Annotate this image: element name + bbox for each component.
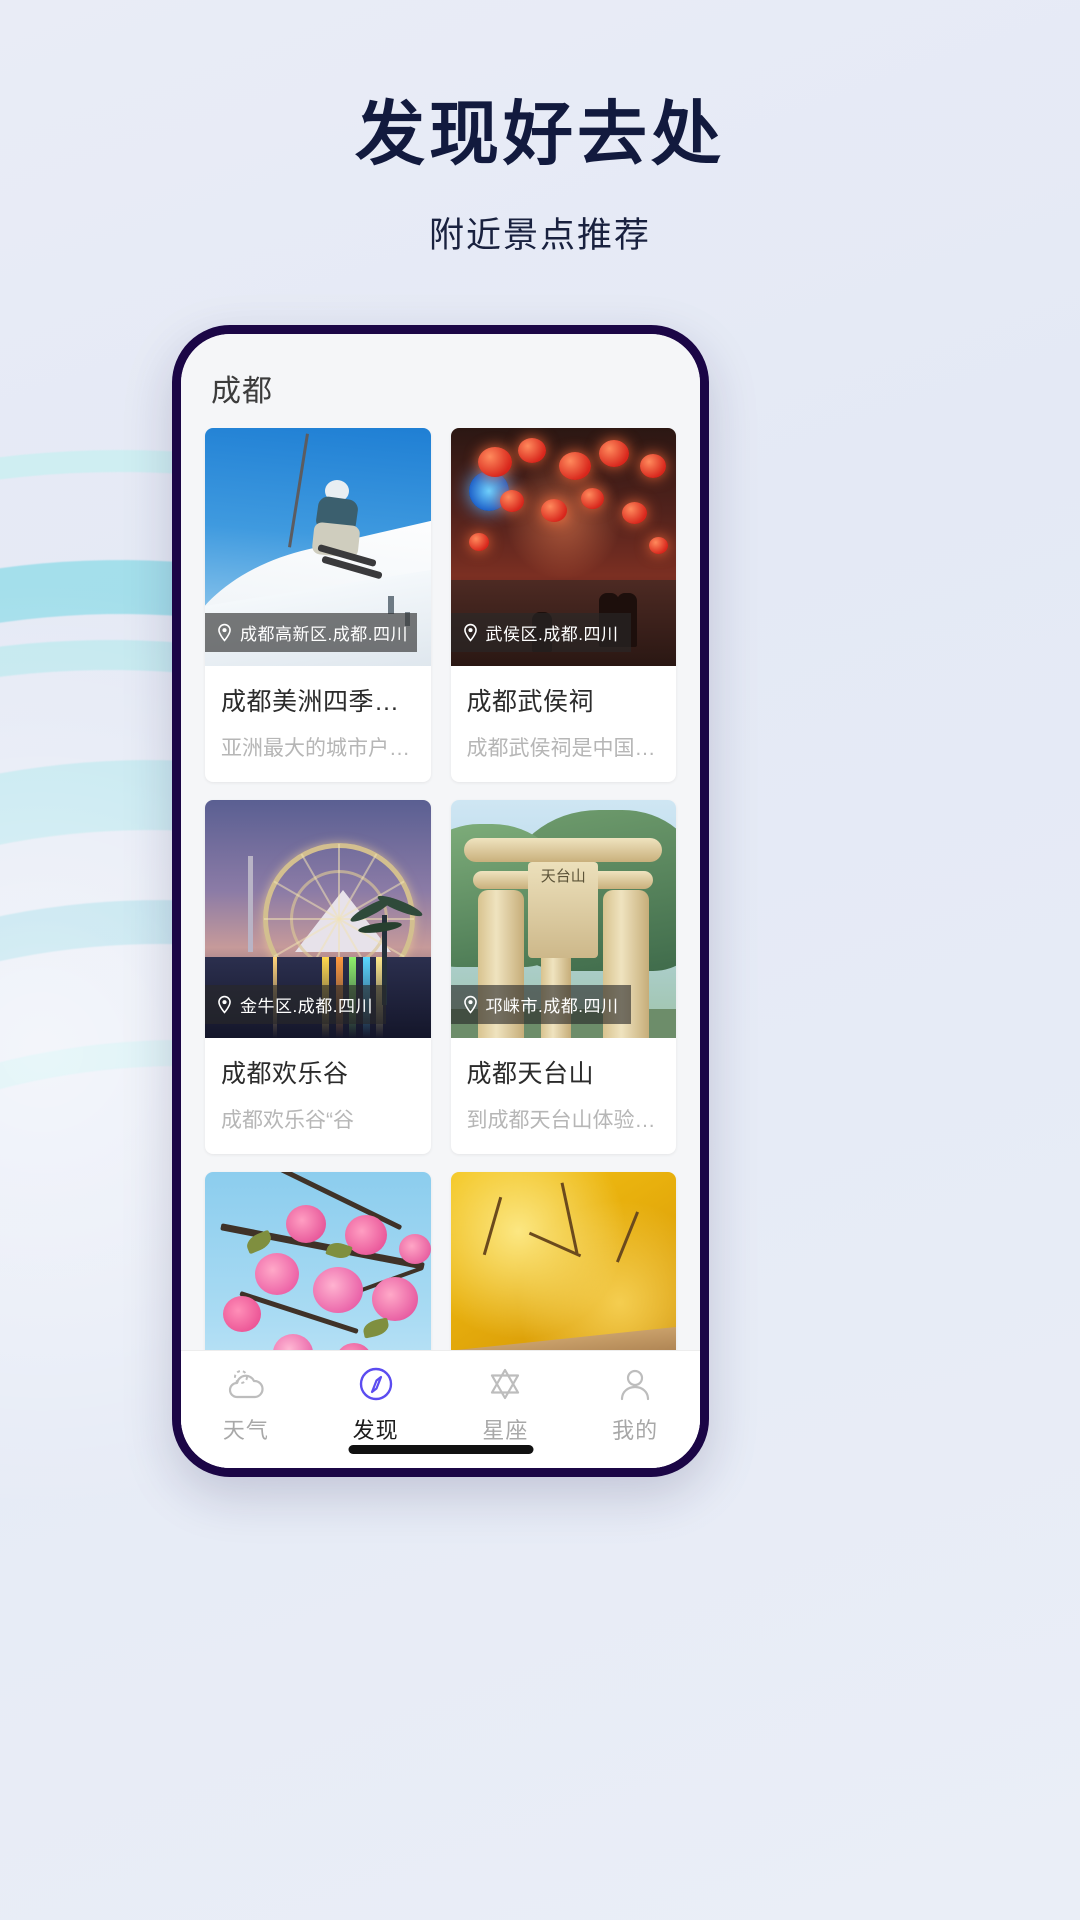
gate-tablet: 天台山 xyxy=(528,861,599,958)
tab-label: 发现 xyxy=(352,1418,399,1443)
attraction-thumbnail xyxy=(205,1172,431,1350)
location-pin-icon xyxy=(218,995,231,1014)
attraction-card[interactable]: 金牛区.成都.四川 成都欢乐谷 成都欢乐谷“谷 xyxy=(205,800,431,1154)
attraction-card-body: 成都武侯祠 成都武侯祠是中国影响... xyxy=(451,666,677,782)
cloud-sun-icon xyxy=(228,1370,264,1399)
tab-discover[interactable]: 发现 xyxy=(311,1365,441,1445)
phone-mockup: 成都 成都高新区.成都.四川 成都美洲四季滑 亚洲最大的城市户外 武侯区.成都.… xyxy=(172,325,709,1477)
attraction-title: 成都美洲四季滑雪场 xyxy=(221,688,415,716)
page-subtitle: 附近景点推荐 xyxy=(428,216,651,255)
attraction-card[interactable]: 天台山 邛崃市.成都.四川 成都天台山 到成都天台山体验山奇... xyxy=(450,800,677,1154)
attraction-description: 亚洲最大的城市户外旱... xyxy=(221,737,415,760)
attraction-card-body: 成都天台山 到成都天台山体验山奇... xyxy=(451,1038,677,1154)
attraction-card[interactable]: 成都高新区.成都.四川 成都美洲四季滑雪场 亚洲最大的城市户外旱... xyxy=(205,428,431,782)
attraction-grid: 成都高新区.成都.四川 成都美洲四季滑雪场 亚洲最大的城市户外旱... xyxy=(205,428,676,1350)
app-screen: 成都 成都高新区.成都.四川 成都美洲四季滑 亚洲最大的城市户外 武侯区.成都.… xyxy=(181,334,700,1468)
attraction-title: 成都武侯祠 xyxy=(466,688,595,716)
attraction-list-scroll[interactable]: 成都高新区.成都.四川 成都美洲四季滑雪场 亚洲最大的城市户外旱... xyxy=(181,428,700,1350)
tab-profile[interactable]: 我的 xyxy=(570,1365,700,1445)
location-text: 武侯区.成都.四川 xyxy=(485,625,619,644)
location-text: 邛崃市.成都.四川 xyxy=(485,997,619,1016)
attraction-description: 成都武侯祠是中国影响... xyxy=(466,737,661,760)
attraction-thumbnail: 成都高新区.成都.四川 xyxy=(205,428,431,666)
compass-icon xyxy=(359,1367,392,1401)
poster-heading-block: 发现好去处 附近景点推荐 xyxy=(0,96,1080,258)
attraction-thumbnail: 天台山 邛崃市.成都.四川 xyxy=(450,800,676,1038)
attraction-card[interactable] xyxy=(205,1172,431,1350)
location-badge: 邛崃市.成都.四川 xyxy=(450,985,632,1024)
location-pin-icon xyxy=(218,623,231,642)
attraction-card-body: 成都美洲四季滑雪场 亚洲最大的城市户外旱... xyxy=(205,666,431,782)
home-indicator xyxy=(348,1445,533,1454)
attraction-description: 到成都天台山体验山奇... xyxy=(466,1109,661,1132)
tab-horoscope[interactable]: 星座 xyxy=(441,1365,571,1445)
location-pin-icon xyxy=(463,623,477,642)
page-title: 发现好去处 xyxy=(355,95,725,173)
star-of-david-icon xyxy=(491,1368,520,1400)
location-text: 金牛区.成都.四川 xyxy=(240,997,373,1016)
tab-weather[interactable]: 天气 xyxy=(181,1365,311,1445)
attraction-thumbnail xyxy=(450,1172,676,1350)
location-pin-icon xyxy=(463,995,477,1014)
location-badge: 金牛区.成都.四川 xyxy=(205,985,386,1024)
attraction-title: 成都欢乐谷 xyxy=(221,1060,349,1088)
location-badge: 成都高新区.成都.四川 xyxy=(205,613,417,652)
person-icon xyxy=(621,1369,650,1401)
location-badge: 武侯区.成都.四川 xyxy=(450,613,632,652)
attraction-card[interactable]: 武侯区.成都.四川 成都武侯祠 成都武侯祠是中国影响... xyxy=(450,428,677,782)
tab-label: 我的 xyxy=(612,1418,659,1443)
attraction-card-body: 成都欢乐谷 成都欢乐谷“谷 xyxy=(205,1038,431,1154)
city-header: 成都 xyxy=(211,375,273,408)
attraction-title: 成都天台山 xyxy=(466,1060,595,1088)
cherry-blossom-photo xyxy=(205,1172,431,1350)
attraction-card[interactable] xyxy=(450,1172,676,1350)
location-text: 成都高新区.成都.四川 xyxy=(240,625,408,644)
tab-label: 天气 xyxy=(222,1418,269,1443)
attraction-description: 成都欢乐谷“谷 xyxy=(221,1109,354,1132)
attraction-thumbnail: 金牛区.成都.四川 xyxy=(205,800,431,1038)
attraction-thumbnail: 武侯区.成都.四川 xyxy=(450,428,676,666)
tab-label: 星座 xyxy=(482,1418,529,1443)
golden-ginkgo-roof-photo xyxy=(450,1172,676,1350)
